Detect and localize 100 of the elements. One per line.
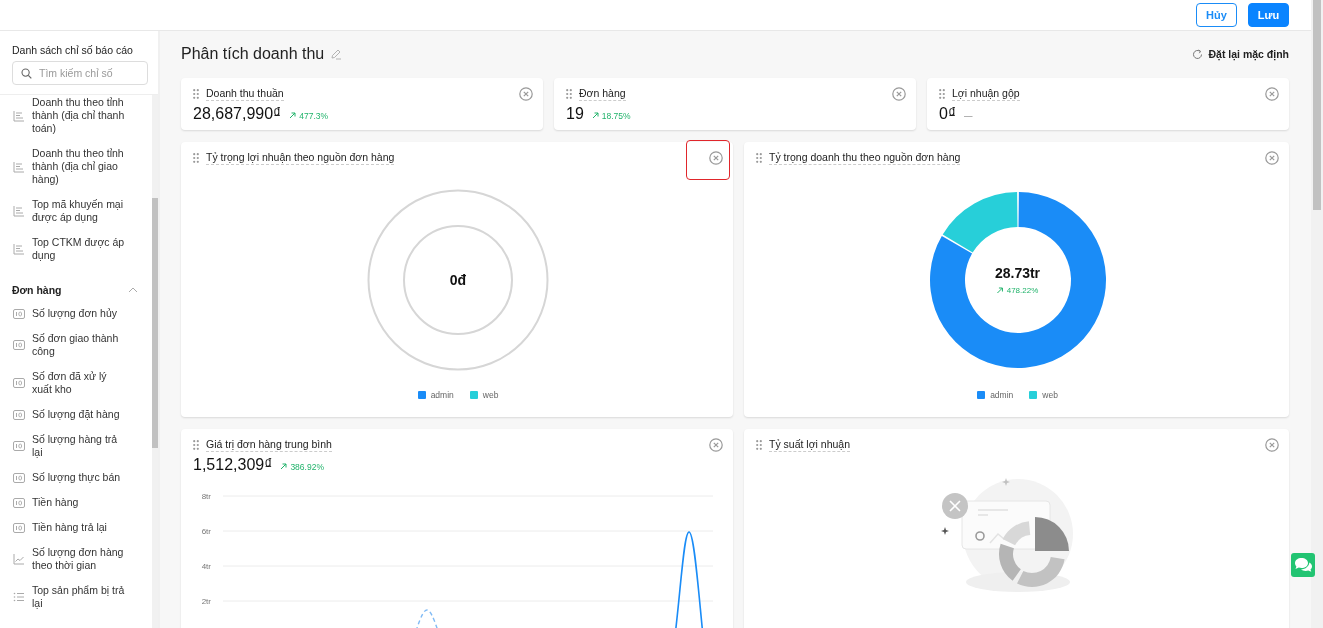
card-title: Tỷ trọng doanh thu theo nguồn đơn hàng xyxy=(769,151,961,165)
number-icon xyxy=(13,377,25,389)
page-title: Phân tích doanh thu xyxy=(181,45,325,63)
bar-chart-icon xyxy=(13,205,25,217)
list-icon xyxy=(13,591,25,603)
change-text: 18.75% xyxy=(601,110,631,121)
kpi-value: 1,512,309₫ xyxy=(193,456,273,474)
metric-item[interactable]: Top CTKM được áp dụng xyxy=(0,230,152,268)
metric-item[interactable]: Số lượng thực bán xyxy=(0,465,152,490)
bar-chart-icon xyxy=(13,243,25,255)
legend-label: admin xyxy=(990,390,1014,400)
metric-label: Top mã khuyến mại được áp dụng xyxy=(32,198,125,224)
metric-item[interactable]: Doanh thu theo tỉnh thành (địa chỉ thanh toán) xyxy=(0,95,152,141)
number-icon xyxy=(13,471,25,484)
center-value: 28.73tr xyxy=(994,265,1041,281)
metric-label: Số lượng hàng trả lại xyxy=(32,433,119,459)
metric-label: Tiền hàng trả lại xyxy=(32,521,108,534)
close-button[interactable] xyxy=(1265,87,1279,101)
axis-label: 2tr xyxy=(201,597,211,606)
change-text: 478.22% xyxy=(1006,286,1039,295)
metric-label: Top sản phẩm bị trả lại xyxy=(32,584,126,610)
axis-label: 4tr xyxy=(201,562,211,571)
search-box[interactable]: Tìm kiếm chỉ số xyxy=(12,61,148,85)
line-chart-icon xyxy=(13,553,25,565)
metric-label: Số lượng đặt hàng xyxy=(32,408,121,421)
reset-button[interactable]: Đặt lại mặc định xyxy=(1192,48,1289,60)
metric-item[interactable]: Số đơn đã xử lý xuất kho xyxy=(0,364,152,402)
sparkle-icon xyxy=(1001,478,1010,486)
change-text: 386.92% xyxy=(290,461,324,472)
section-title: Đơn hàng xyxy=(12,284,62,296)
search-icon xyxy=(21,67,32,79)
sidebar-title: Danh sách chỉ số báo cáo xyxy=(12,44,134,57)
refresh-icon xyxy=(1192,48,1204,60)
metric-label: Tiền hàng xyxy=(32,496,80,509)
kpi-value: 19 xyxy=(566,105,584,123)
drag-handle-icon[interactable] xyxy=(193,153,199,163)
metric-item[interactable]: Số lượng đơn hàng theo thời gian xyxy=(0,540,152,578)
pie-slice xyxy=(1034,517,1069,551)
close-button[interactable] xyxy=(519,87,533,101)
number-icon xyxy=(13,339,25,351)
metric-item[interactable]: Top mã khuyến mại được áp dụng xyxy=(0,192,152,230)
card-title: Doanh thu thuần xyxy=(206,87,284,101)
chat-button[interactable] xyxy=(1291,553,1315,577)
axis-label: 6tr xyxy=(201,527,211,536)
close-button[interactable] xyxy=(1265,438,1279,452)
section-header[interactable]: Đơn hàng xyxy=(0,268,152,301)
metric-label: Số lượng đơn hàng theo thời gian xyxy=(32,546,125,572)
bar-chart-icon xyxy=(13,109,25,122)
scrollbar[interactable] xyxy=(152,95,158,628)
metric-label: Top CTKM được áp dụng xyxy=(32,236,126,262)
legend-label: admin xyxy=(430,390,454,400)
bar-chart-icon xyxy=(13,160,25,173)
number-icon xyxy=(13,408,25,421)
metric-item[interactable]: Số lượng đặt hàng xyxy=(0,402,152,427)
sparkle-icon xyxy=(940,527,949,535)
metric-label: Số lượng đơn hủy xyxy=(32,307,118,320)
drag-handle-icon[interactable] xyxy=(939,89,945,99)
drag-handle-icon[interactable] xyxy=(566,89,572,99)
metric-item[interactable]: Top sản phẩm bị trả lại xyxy=(0,578,152,616)
scrollbar[interactable] xyxy=(1311,0,1323,628)
card-title: Đơn hàng xyxy=(579,87,626,101)
number-icon xyxy=(13,496,25,509)
card-title: Lợi nhuận gộp xyxy=(952,87,1020,101)
kpi-value: 0₫ xyxy=(939,105,957,123)
close-button[interactable] xyxy=(709,438,723,452)
change-text: 477.3% xyxy=(299,110,329,121)
number-icon xyxy=(13,440,25,452)
chevron-up-icon[interactable] xyxy=(128,287,138,293)
card-title: Tỷ trọng lợi nhuận theo nguồn đơn hàng xyxy=(206,151,395,165)
close-button[interactable] xyxy=(892,87,906,101)
drag-handle-icon[interactable] xyxy=(756,440,762,450)
metric-label: Doanh thu theo tỉnh thành (địa chỉ thanh toán) xyxy=(32,96,126,135)
axis-label: 8tr xyxy=(201,492,211,501)
save-button[interactable]: Lưu xyxy=(1248,3,1289,27)
number-icon xyxy=(13,521,25,534)
metric-label: Số đơn đã xử lý xuất kho xyxy=(32,370,108,396)
metric-item[interactable]: Số lượng đơn hủy xyxy=(0,301,152,326)
metric-item[interactable]: Số đơn giao thành công xyxy=(0,326,152,364)
metric-label: Doanh thu theo tỉnh thành (địa chỉ giao hàng) xyxy=(32,147,125,186)
metric-label: Số đơn giao thành công xyxy=(32,332,120,358)
center-value: 0đ xyxy=(449,272,467,288)
metric-item[interactable]: Tiền hàng xyxy=(0,490,152,515)
legend-label: web xyxy=(1042,390,1058,400)
drag-handle-icon[interactable] xyxy=(193,440,199,450)
change-text: — xyxy=(964,111,973,121)
number-icon xyxy=(13,307,25,320)
close-button[interactable] xyxy=(709,151,723,165)
card-title: Tỷ suất lợi nhuận xyxy=(769,438,850,452)
metric-label: Số lượng thực bán xyxy=(32,471,122,484)
card-title: Giá trị đơn hàng trung bình xyxy=(206,438,332,452)
legend-label: web xyxy=(482,390,499,400)
metric-item[interactable]: Doanh thu theo tỉnh thành (địa chỉ giao hàng) xyxy=(0,141,152,192)
metric-item[interactable]: Tiền hàng trả lại xyxy=(0,515,152,540)
drag-handle-icon[interactable] xyxy=(193,89,199,99)
metric-item[interactable]: Số lượng hàng trả lại xyxy=(0,427,152,465)
drag-handle-icon[interactable] xyxy=(756,153,762,163)
kpi-value: 28,687,990₫ xyxy=(193,105,282,123)
chat-icon xyxy=(1293,557,1313,573)
close-button[interactable] xyxy=(1265,151,1279,165)
edit-icon[interactable] xyxy=(330,48,343,60)
